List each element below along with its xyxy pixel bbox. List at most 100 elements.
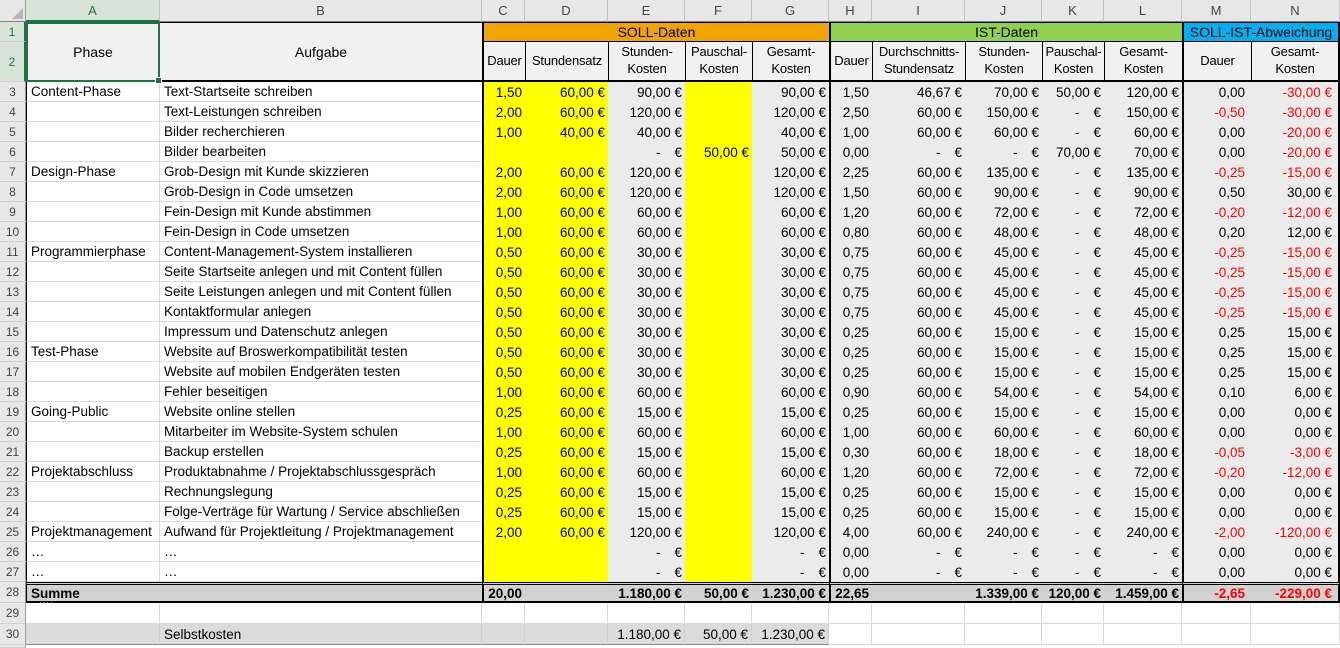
cell-G29[interactable] [752, 603, 829, 624]
cell-K4[interactable]: -€ [1042, 102, 1104, 122]
cell-H27[interactable]: 0,00 [829, 562, 872, 582]
cell-D8[interactable]: 60,00 € [525, 182, 608, 202]
cell-B15[interactable]: Impressum und Datenschutz anlegen [160, 322, 482, 342]
cell-C3[interactable]: 1,50 [482, 82, 525, 102]
cell-B14[interactable]: Kontaktformular anlegen [160, 302, 482, 322]
cell-C30[interactable] [482, 624, 525, 645]
cell-M4[interactable]: -0,50 [1182, 102, 1251, 122]
cell-J20[interactable]: 60,00 € [965, 422, 1042, 442]
cell-D15[interactable]: 60,00 € [525, 322, 608, 342]
column-header-C[interactable]: C [482, 0, 525, 22]
cell-A15[interactable] [26, 322, 160, 342]
cell-C26[interactable] [482, 542, 525, 562]
cell-D22[interactable]: 60,00 € [525, 462, 608, 482]
cell-F24[interactable] [685, 502, 752, 522]
cell-D10[interactable]: 60,00 € [525, 222, 608, 242]
cell-D9[interactable]: 60,00 € [525, 202, 608, 222]
cell-I14[interactable]: 60,00 € [872, 302, 965, 322]
cell-J27[interactable]: -€ [965, 562, 1042, 582]
cell-E21[interactable]: 15,00 € [608, 442, 685, 462]
cell-F5[interactable] [685, 122, 752, 142]
cell-F27[interactable] [685, 562, 752, 582]
cell-K13[interactable]: -€ [1042, 282, 1104, 302]
col-title-soll-dauer[interactable]: Dauer [482, 42, 525, 82]
cell-L4[interactable]: 150,00 € [1104, 102, 1182, 122]
cell-G3[interactable]: 90,00 € [752, 82, 829, 102]
cell-H22[interactable]: 1,20 [829, 462, 872, 482]
cell-J12[interactable]: 45,00 € [965, 262, 1042, 282]
cell-C11[interactable]: 0,50 [482, 242, 525, 262]
cell-C15[interactable]: 0,50 [482, 322, 525, 342]
row-header-8[interactable]: 8 [0, 182, 26, 202]
cell-G16[interactable]: 30,00 € [752, 342, 829, 362]
cell-K20[interactable]: -€ [1042, 422, 1104, 442]
cell-N10[interactable]: 12,00 € [1251, 222, 1340, 242]
cell-D3[interactable]: 60,00 € [525, 82, 608, 102]
cell-K16[interactable]: -€ [1042, 342, 1104, 362]
cell-J16[interactable]: 15,00 € [965, 342, 1042, 362]
cell-B24[interactable]: Folge-Verträge für Wartung / Service abs… [160, 502, 482, 522]
cell-I12[interactable]: 60,00 € [872, 262, 965, 282]
cell-C13[interactable]: 0,50 [482, 282, 525, 302]
cell-G7[interactable]: 120,00 € [752, 162, 829, 182]
cell-A22[interactable]: Projektabschluss [26, 462, 160, 482]
selection-fill-handle[interactable] [155, 77, 162, 84]
cell-N7[interactable]: -15,00 € [1251, 162, 1340, 182]
column-header-N[interactable]: N [1251, 0, 1340, 22]
cell-H10[interactable]: 0,80 [829, 222, 872, 242]
cell-K24[interactable]: -€ [1042, 502, 1104, 522]
cell-F14[interactable] [685, 302, 752, 322]
cell-I7[interactable]: 60,00 € [872, 162, 965, 182]
cell-H5[interactable]: 1,00 [829, 122, 872, 142]
cell-L28[interactable]: 1.459,00 € [1104, 582, 1182, 603]
column-header-D[interactable]: D [525, 0, 608, 22]
cell-N8[interactable]: 30,00 € [1251, 182, 1340, 202]
column-header-G[interactable]: G [752, 0, 829, 22]
cell-C22[interactable]: 1,00 [482, 462, 525, 482]
cell-E9[interactable]: 60,00 € [608, 202, 685, 222]
cell-H24[interactable]: 0,25 [829, 502, 872, 522]
cell-N15[interactable]: 15,00 € [1251, 322, 1340, 342]
cell-G11[interactable]: 30,00 € [752, 242, 829, 262]
row-header-24[interactable]: 24 [0, 502, 26, 522]
cell-G9[interactable]: 60,00 € [752, 202, 829, 222]
cell-E17[interactable]: 30,00 € [608, 362, 685, 382]
cell-A16[interactable]: Test-Phase [26, 342, 160, 362]
cell-B6[interactable]: Bilder bearbeiten [160, 142, 482, 162]
cell-E20[interactable]: 60,00 € [608, 422, 685, 442]
cell-F13[interactable] [685, 282, 752, 302]
cell-H25[interactable]: 4,00 [829, 522, 872, 542]
cell-F23[interactable] [685, 482, 752, 502]
cell-B19[interactable]: Website online stellen [160, 402, 482, 422]
cell-H11[interactable]: 0,75 [829, 242, 872, 262]
cell-D14[interactable]: 60,00 € [525, 302, 608, 322]
cell-E25[interactable]: 120,00 € [608, 522, 685, 542]
cell-E13[interactable]: 30,00 € [608, 282, 685, 302]
cell-A21[interactable] [26, 442, 160, 462]
column-header-L[interactable]: L [1104, 0, 1182, 22]
cell-H30[interactable] [829, 624, 872, 645]
column-header-B[interactable]: B [160, 0, 482, 22]
cell-G4[interactable]: 120,00 € [752, 102, 829, 122]
cell-L23[interactable]: 15,00 € [1104, 482, 1182, 502]
cell-N18[interactable]: 6,00 € [1251, 382, 1340, 402]
cell-G24[interactable]: 15,00 € [752, 502, 829, 522]
cell-I27[interactable]: -€ [872, 562, 965, 582]
cell-D4[interactable]: 60,00 € [525, 102, 608, 122]
cell-B4[interactable]: Text-Leistungen schreiben [160, 102, 482, 122]
cell-A7[interactable]: Design-Phase [26, 162, 160, 182]
cell-A8[interactable] [26, 182, 160, 202]
phase-header-cell[interactable]: Phase [26, 22, 160, 82]
cell-E11[interactable]: 30,00 € [608, 242, 685, 262]
row-header-30[interactable]: 30 [0, 624, 26, 645]
cell-B29[interactable] [160, 603, 482, 624]
row-header-20[interactable]: 20 [0, 422, 26, 442]
cell-B27[interactable]: … [160, 562, 482, 582]
cell-B26[interactable]: … [160, 542, 482, 562]
cell-A10[interactable] [26, 222, 160, 242]
cell-G23[interactable]: 15,00 € [752, 482, 829, 502]
row-header-1[interactable]: 1 [0, 22, 26, 42]
cell-D7[interactable]: 60,00 € [525, 162, 608, 182]
cell-D17[interactable]: 60,00 € [525, 362, 608, 382]
cell-F21[interactable] [685, 442, 752, 462]
